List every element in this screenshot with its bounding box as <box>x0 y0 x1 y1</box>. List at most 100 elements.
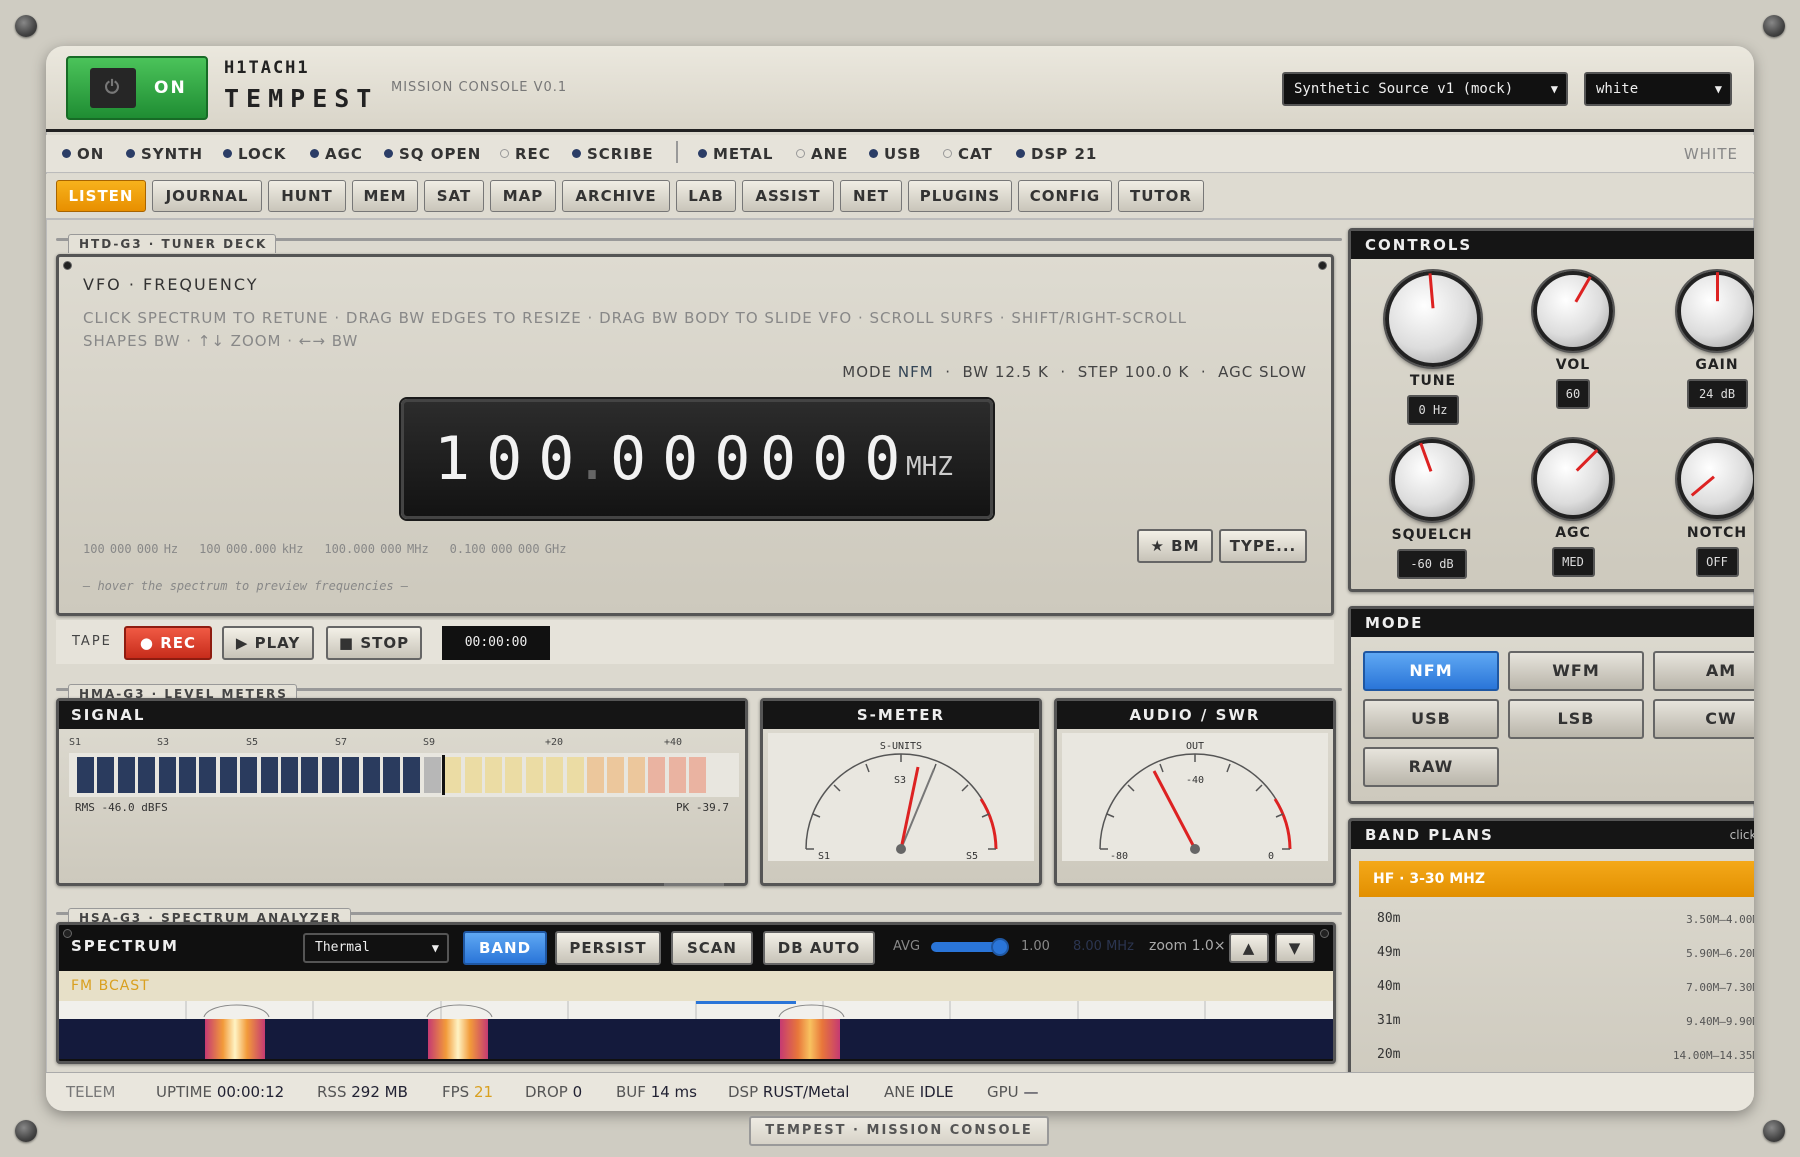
mode-lsb-button[interactable]: LSB <box>1508 699 1644 739</box>
signal-scale-tick: S5 <box>246 737 259 748</box>
audio-tick-mid: -40 <box>1186 775 1204 786</box>
band-toggle[interactable]: BAND <box>463 931 547 965</box>
persist-toggle[interactable]: PERSIST <box>555 931 661 965</box>
freq-khz: 100 000.000 kHz <box>199 542 304 556</box>
tab-journal[interactable]: JOURNAL <box>152 180 262 212</box>
signal-scale-tick: S3 <box>157 737 170 748</box>
right-column: CONTROLS TUNE 0 Hz VOL 60 GAIN 24 dB SQUELCH -6… <box>1348 228 1754 1108</box>
tab-assist[interactable]: ASSIST <box>742 180 834 212</box>
tab-tutor[interactable]: TUTOR <box>1118 180 1204 212</box>
mode-wfm-button[interactable]: WFM <box>1508 651 1644 691</box>
band-plan-row[interactable]: 31m 9.40M–9.90M <box>1377 1013 1754 1028</box>
waterfall-signal <box>205 1019 265 1059</box>
vol-knob[interactable] <box>1533 271 1613 351</box>
resize-handle[interactable] <box>664 883 724 886</box>
tuner-status-line: MODE NFM · BW 12.5 K · STEP 100.0 K · AG… <box>842 363 1307 381</box>
telem-dsp: DSP RUST/Metal <box>728 1083 850 1101</box>
tab-hunt[interactable]: HUNT <box>268 180 346 212</box>
tab-archive[interactable]: ARCHIVE <box>562 180 670 212</box>
zoom-in-button[interactable]: ▲ <box>1229 933 1269 963</box>
s-meter-unit: S-UNITS <box>880 741 922 752</box>
signal-segment <box>117 757 135 793</box>
zoom-out-button[interactable]: ▼ <box>1275 933 1315 963</box>
audio-tick-max: 0 <box>1268 851 1274 862</box>
s-meter-title: S-METER <box>763 701 1039 729</box>
tab-map[interactable]: MAP <box>490 180 556 212</box>
avg-slider-thumb[interactable] <box>991 938 1009 956</box>
power-button[interactable]: ⏻ ON <box>66 56 208 120</box>
status-led-icon <box>869 149 878 158</box>
status-led-icon <box>943 149 952 158</box>
mode-panel: MODE NFM WFM AM USB LSB CW RAW <box>1348 606 1754 804</box>
band-plan-name: 80m <box>1377 911 1401 926</box>
band-plan-name: 20m <box>1377 1047 1401 1062</box>
knob-indicator <box>1427 272 1434 308</box>
status-led-icon <box>500 149 509 158</box>
tab-listen[interactable]: LISTEN <box>56 180 146 212</box>
waterfall-signal <box>780 1019 840 1059</box>
status-led-icon <box>62 149 71 158</box>
status-bar: ON SYNTH LOCK AGC SQ OPEN REC SCRIBE MET… <box>46 135 1754 173</box>
record-button[interactable]: ● REC <box>124 626 212 660</box>
db-auto-toggle[interactable]: DB AUTO <box>763 931 875 965</box>
freq-conversions: 100 000 000 Hz 100 000.000 kHz 100.000 0… <box>83 542 566 556</box>
tab-lab[interactable]: LAB <box>676 180 736 212</box>
status-on: ON <box>62 145 104 163</box>
band-plan-row[interactable]: 49m 5.90M–6.20M <box>1377 945 1754 960</box>
type-frequency-button[interactable]: TYPE... <box>1219 529 1307 563</box>
tab-sat[interactable]: SAT <box>424 180 484 212</box>
band-plan-row[interactable]: 20m 14.00M–14.35M <box>1377 1047 1754 1062</box>
status-dsp: DSP 21 <box>1016 145 1097 163</box>
screw-top-left <box>15 15 37 37</box>
knob-indicator <box>1574 276 1592 303</box>
record-icon: ● <box>139 634 155 652</box>
tuner-help-2: SHAPES BW · ↑↓ ZOOM · ←→ BW <box>83 332 359 350</box>
band-plan-active[interactable]: HF · 3-30 MHZ <box>1359 861 1754 897</box>
frequency-display[interactable]: 100 . 000 000 MHZ <box>401 399 993 519</box>
tune-knob[interactable] <box>1385 271 1481 367</box>
spectrum-trace[interactable] <box>59 1001 1333 1019</box>
notch-knob[interactable] <box>1677 439 1754 519</box>
mode-cw-button[interactable]: CW <box>1653 699 1754 739</box>
signal-segment <box>505 757 523 793</box>
status-cat: CAT <box>943 145 993 163</box>
theme-select[interactable]: white ▼ <box>1584 72 1732 106</box>
mode-am-button[interactable]: AM <box>1653 651 1754 691</box>
tab-plugins[interactable]: PLUGINS <box>908 180 1012 212</box>
chevron-down-icon: ▼ <box>1288 939 1302 957</box>
play-button[interactable]: ▶ PLAY <box>222 626 314 660</box>
agc-label: AGC <box>1555 525 1591 541</box>
peak-marker <box>442 755 446 795</box>
freq-digits-hz: 000 <box>760 424 917 494</box>
bookmark-button[interactable]: ★ BM <box>1137 529 1213 563</box>
mode-raw-button[interactable]: RAW <box>1363 747 1499 787</box>
band-plan-row[interactable]: 80m 3.50M–4.00M <box>1377 911 1754 926</box>
signal-segment <box>97 757 115 793</box>
squelch-knob[interactable] <box>1391 439 1473 521</box>
scan-toggle[interactable]: SCAN <box>671 931 753 965</box>
waterfall[interactable] <box>59 1019 1333 1059</box>
mode-nfm-button[interactable]: NFM <box>1363 651 1499 691</box>
avg-value: 1.00 <box>1021 939 1050 954</box>
tab-config[interactable]: CONFIG <box>1018 180 1112 212</box>
band-plan-range: 14.00M–14.35M <box>1672 1049 1754 1062</box>
source-select[interactable]: Synthetic Source v1 (mock) ▼ <box>1282 72 1568 106</box>
rms-readout: RMS -46.0 dBFS <box>75 801 168 814</box>
palette-select[interactable]: Thermal ▼ <box>303 933 449 963</box>
s-meter-gauge: S-UNITS S1 S3 S5 <box>768 733 1034 862</box>
tab-net[interactable]: NET <box>840 180 902 212</box>
spectrum-panel: SPECTRUM Thermal ▼ BAND PERSIST SCAN DB A… <box>56 922 1336 1064</box>
agc-knob[interactable] <box>1533 439 1613 519</box>
avg-slider[interactable] <box>931 938 1009 956</box>
status-led-icon <box>310 149 319 158</box>
band-strip: FM BCAST <box>59 971 1333 1001</box>
telem-drop: DROP 0 <box>525 1083 583 1101</box>
mode-usb-button[interactable]: USB <box>1363 699 1499 739</box>
stop-button[interactable]: ■ STOP <box>326 626 422 660</box>
zoom-readout: zoom 1.0× <box>1149 938 1226 954</box>
gain-knob[interactable] <box>1677 271 1754 351</box>
signal-segment <box>138 757 156 793</box>
band-plan-row[interactable]: 40m 7.00M–7.30M <box>1377 979 1754 994</box>
tab-mem[interactable]: MEM <box>352 180 418 212</box>
tuner-panel: VFO · FREQUENCY CLICK SPECTRUM TO RETUNE… <box>56 254 1334 616</box>
